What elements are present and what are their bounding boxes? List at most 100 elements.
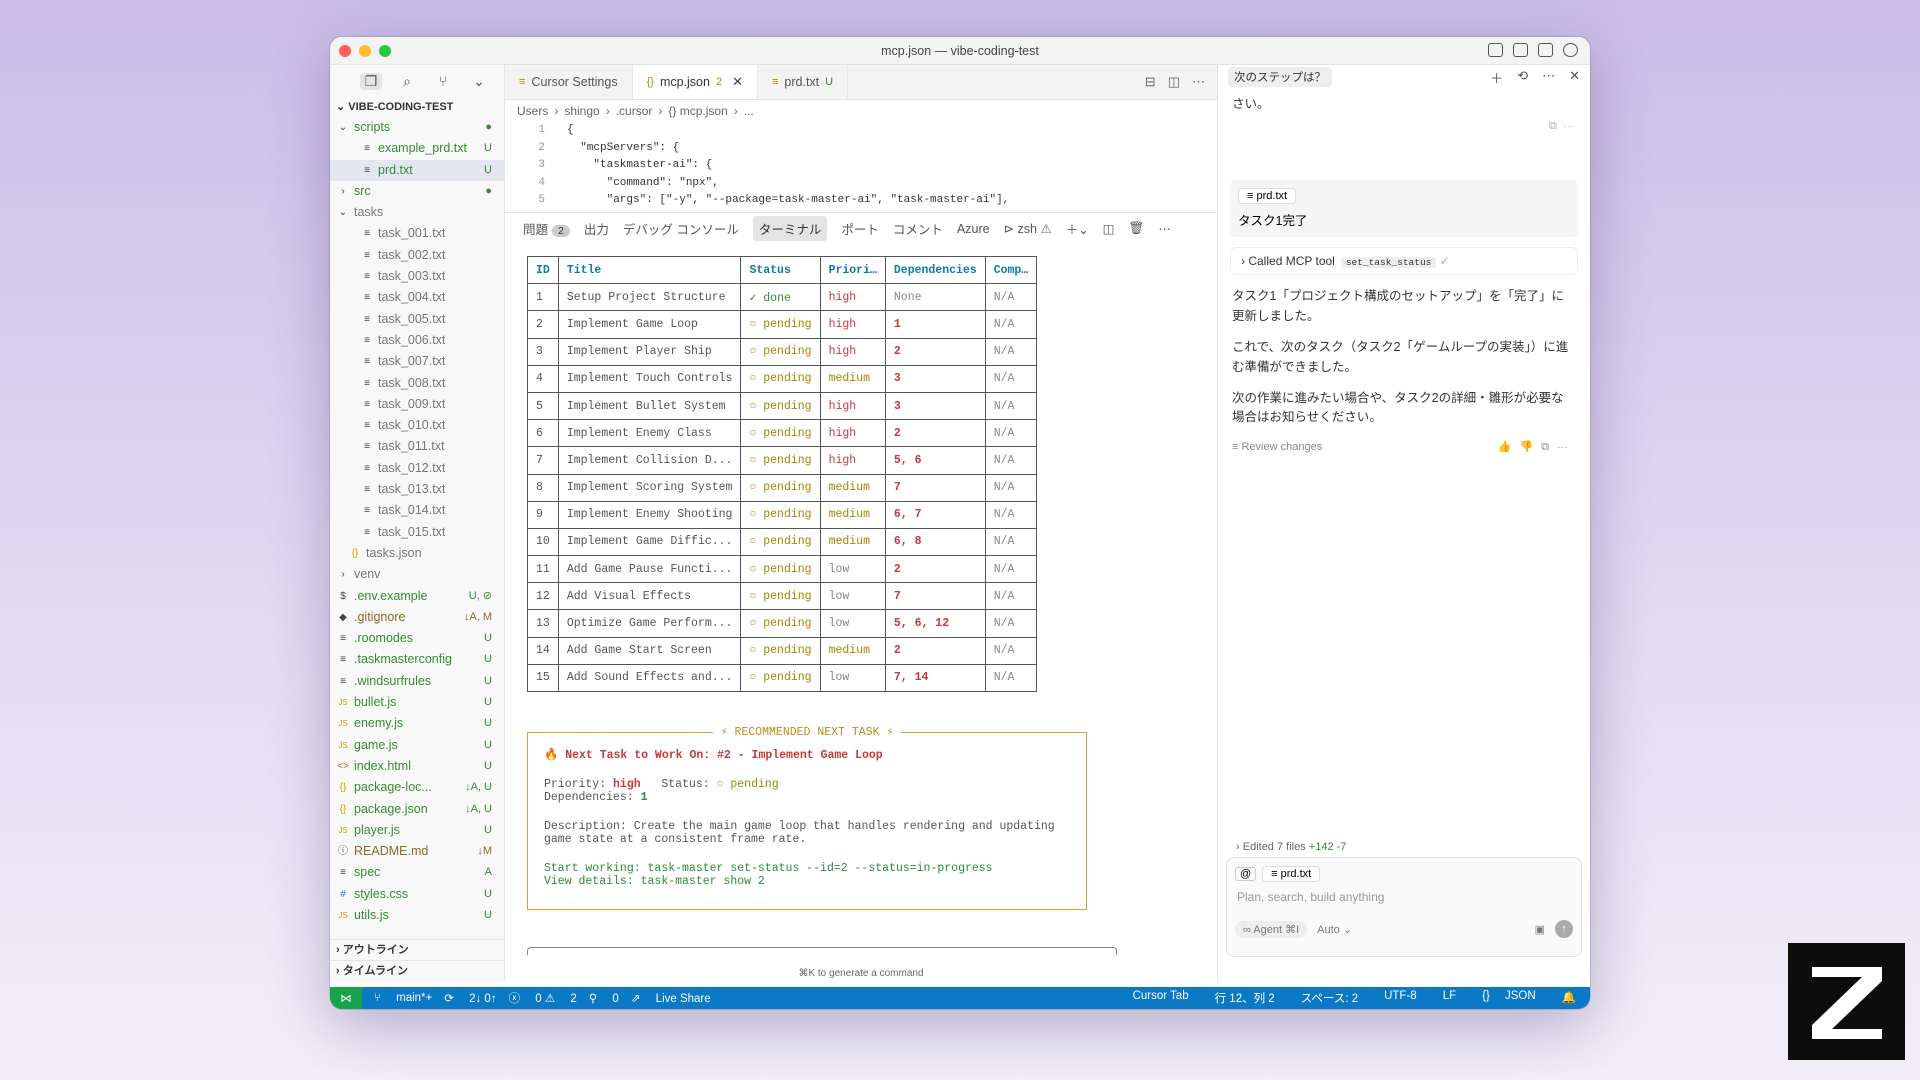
file-item[interactable]: $ .env.example U, ⊘ bbox=[330, 586, 504, 607]
problems-indicator[interactable]: ⓧ 0 ⚠ 2 bbox=[509, 990, 577, 1006]
tab-terminal[interactable]: ターミナル bbox=[752, 216, 828, 241]
file-item[interactable]: ≡ task_002.txt bbox=[330, 245, 504, 266]
composer-context-chip[interactable]: ≡ prd.txt bbox=[1262, 866, 1321, 882]
chat-title[interactable]: 次のステップは？ bbox=[1228, 67, 1332, 87]
file-item[interactable]: {} package-loc... ↓A, U bbox=[330, 777, 504, 798]
tab-ports[interactable]: ポート bbox=[841, 219, 879, 238]
explorer-root[interactable]: ⌄ VIBE-CODING-TEST bbox=[330, 97, 504, 117]
encoding[interactable]: UTF-8 bbox=[1384, 990, 1417, 1006]
search-icon[interactable]: ⌕ bbox=[396, 73, 418, 90]
send-icon[interactable]: ↑ bbox=[1555, 920, 1573, 938]
file-item[interactable]: JS game.js U bbox=[330, 735, 504, 756]
editor-tab[interactable]: {} mcp.json 2 ✕ bbox=[632, 65, 758, 99]
file-item[interactable]: ≡ task_011.txt bbox=[330, 436, 504, 457]
new-terminal-icon[interactable]: ＋⌄ bbox=[1066, 219, 1089, 238]
breadcrumb-item[interactable]: shingo bbox=[564, 104, 599, 118]
folder-item[interactable]: ⌄ tasks bbox=[330, 202, 504, 223]
file-item[interactable]: ≡ task_006.txt bbox=[330, 330, 504, 351]
file-item[interactable]: ≡ task_001.txt bbox=[330, 223, 504, 244]
breadcrumb-item[interactable]: .cursor bbox=[616, 104, 653, 118]
panel-more-icon[interactable]: ⋯ bbox=[1158, 221, 1171, 236]
branch-indicator[interactable]: ⑂ main*+ bbox=[374, 992, 432, 1004]
user-message[interactable]: ≡ prd.txt タスク1完了 bbox=[1230, 180, 1578, 238]
tab-output[interactable]: 出力 bbox=[584, 219, 609, 238]
file-item[interactable]: ≡ task_008.txt bbox=[330, 373, 504, 394]
file-item[interactable]: ≡ example_prd.txt U bbox=[330, 138, 504, 159]
toggle-secondary-sidebar-icon[interactable] bbox=[1538, 43, 1553, 57]
sync-indicator[interactable]: ⟳ 2↓ 0↑ bbox=[444, 991, 496, 1005]
chat-more-icon[interactable]: ⋯ bbox=[1542, 68, 1555, 87]
toggle-sidebar-icon[interactable] bbox=[1488, 43, 1503, 57]
model-selector[interactable]: Auto ⌄ bbox=[1317, 923, 1352, 936]
settings-gear-icon[interactable] bbox=[1563, 43, 1578, 57]
close-tab-icon[interactable]: ✕ bbox=[732, 74, 743, 90]
chevron-down-icon[interactable]: ⌄ bbox=[468, 73, 490, 90]
file-item[interactable]: ≡ task_004.txt bbox=[330, 287, 504, 308]
new-chat-icon[interactable]: ＋ bbox=[1490, 68, 1503, 87]
terminal-shell-selector[interactable]: ⊳ zsh ⚠ bbox=[1004, 221, 1052, 236]
message-more-icon[interactable]: ⋯ bbox=[1563, 120, 1574, 132]
toggle-panel-icon[interactable] bbox=[1513, 43, 1528, 57]
file-item[interactable]: ≡ task_005.txt bbox=[330, 309, 504, 330]
remote-icon[interactable]: ⋈ bbox=[330, 987, 362, 1009]
open-changes-icon[interactable]: ⊟ bbox=[1145, 74, 1156, 90]
editor-tab[interactable]: ≡ Cursor Settings bbox=[505, 65, 633, 99]
file-item[interactable]: ≡ task_010.txt bbox=[330, 415, 504, 436]
close-icon[interactable]: ✕ bbox=[1569, 68, 1580, 87]
file-item[interactable]: ≡ task_014.txt bbox=[330, 500, 504, 521]
breadcrumb-item[interactable]: ... bbox=[744, 104, 754, 118]
file-item[interactable]: ≡ task_009.txt bbox=[330, 394, 504, 415]
folder-item[interactable]: › src ● bbox=[330, 181, 504, 202]
file-item[interactable]: JS bullet.js U bbox=[330, 692, 504, 713]
chat-input-box[interactable]: @ ≡ prd.txt Plan, search, build anything… bbox=[1226, 857, 1582, 957]
timeline-section[interactable]: › タイムライン bbox=[330, 960, 504, 981]
mention-icon[interactable]: @ bbox=[1235, 867, 1257, 881]
image-icon[interactable]: ▣ bbox=[1535, 923, 1545, 936]
editor-tab[interactable]: ≡ prd.txt U bbox=[758, 65, 849, 99]
file-item[interactable]: JS player.js U bbox=[330, 820, 504, 841]
indentation[interactable]: スペース: 2 bbox=[1301, 990, 1358, 1006]
file-item[interactable]: JS enemy.js U bbox=[330, 713, 504, 734]
file-item[interactable]: ≡ prd.txt U bbox=[330, 159, 504, 181]
breadcrumb-item[interactable]: Users bbox=[517, 104, 548, 118]
terminal[interactable]: ID Title Status Priori… Dependencies Comp… 1S… bbox=[505, 244, 1217, 1004]
review-changes-button[interactable]: ≡ Review changes bbox=[1232, 441, 1322, 453]
outline-section[interactable]: › アウトライン bbox=[330, 939, 504, 960]
file-item[interactable]: ⓘ README.md ↓M bbox=[330, 841, 504, 862]
more-icon[interactable]: ⋯ bbox=[1192, 74, 1205, 90]
cursor-tab-indicator[interactable]: Cursor Tab bbox=[1133, 990, 1189, 1006]
file-item[interactable]: # styles.css U bbox=[330, 884, 504, 905]
agent-mode-selector[interactable]: ∞ Agent ⌘I bbox=[1235, 920, 1308, 938]
ports-indicator[interactable]: ⚲ 0 bbox=[589, 991, 619, 1005]
live-share-button[interactable]: ⇗ Live Share bbox=[631, 991, 711, 1005]
file-item[interactable]: {} package.json ↓A, U bbox=[330, 799, 504, 820]
file-item[interactable]: ≡ spec A bbox=[330, 862, 504, 883]
context-chip[interactable]: ≡ prd.txt bbox=[1238, 188, 1297, 205]
bell-icon[interactable]: 🔔 bbox=[1562, 990, 1576, 1006]
explorer-icon[interactable]: ❐ bbox=[360, 72, 382, 90]
tab-debug-console[interactable]: デバッグ コンソール bbox=[623, 219, 739, 238]
copy-icon[interactable]: ⧉ bbox=[1549, 120, 1557, 132]
mcp-tool-call[interactable]: › Called MCP tool set_task_status ✓ bbox=[1230, 247, 1578, 276]
file-item[interactable]: ≡ .windsurfrules U bbox=[330, 671, 504, 692]
split-terminal-icon[interactable]: ◫ bbox=[1103, 221, 1115, 236]
folder-item[interactable]: › venv bbox=[330, 564, 504, 585]
history-icon[interactable]: ⟲ bbox=[1517, 68, 1528, 87]
line-ending[interactable]: LF bbox=[1443, 990, 1456, 1006]
file-item[interactable]: {} tasks.json bbox=[330, 543, 504, 564]
split-editor-icon[interactable]: ◫ bbox=[1168, 74, 1180, 90]
code-view[interactable]: 1{2 "mcpServers": {3 "taskmaster-ai": {4… bbox=[505, 122, 1217, 212]
file-item[interactable]: ≡ task_012.txt bbox=[330, 458, 504, 479]
tab-azure[interactable]: Azure bbox=[957, 222, 990, 236]
tab-problems[interactable]: 問題 2 bbox=[523, 219, 570, 238]
trash-icon[interactable]: 🗑 bbox=[1128, 221, 1144, 236]
file-item[interactable]: JS utils.js U bbox=[330, 905, 504, 926]
file-item[interactable]: ≡ .taskmasterconfig U bbox=[330, 649, 504, 670]
file-item[interactable]: ≡ task_007.txt bbox=[330, 351, 504, 372]
cursor-position[interactable]: 行 12、列 2 bbox=[1215, 990, 1275, 1006]
language-mode[interactable]: {} JSON bbox=[1482, 990, 1536, 1006]
file-item[interactable]: ◆ .gitignore ↓A, M bbox=[330, 607, 504, 628]
file-item[interactable]: ≡ task_015.txt bbox=[330, 522, 504, 543]
file-item[interactable]: ≡ task_013.txt bbox=[330, 479, 504, 500]
file-item[interactable]: ≡ .roomodes U bbox=[330, 628, 504, 649]
